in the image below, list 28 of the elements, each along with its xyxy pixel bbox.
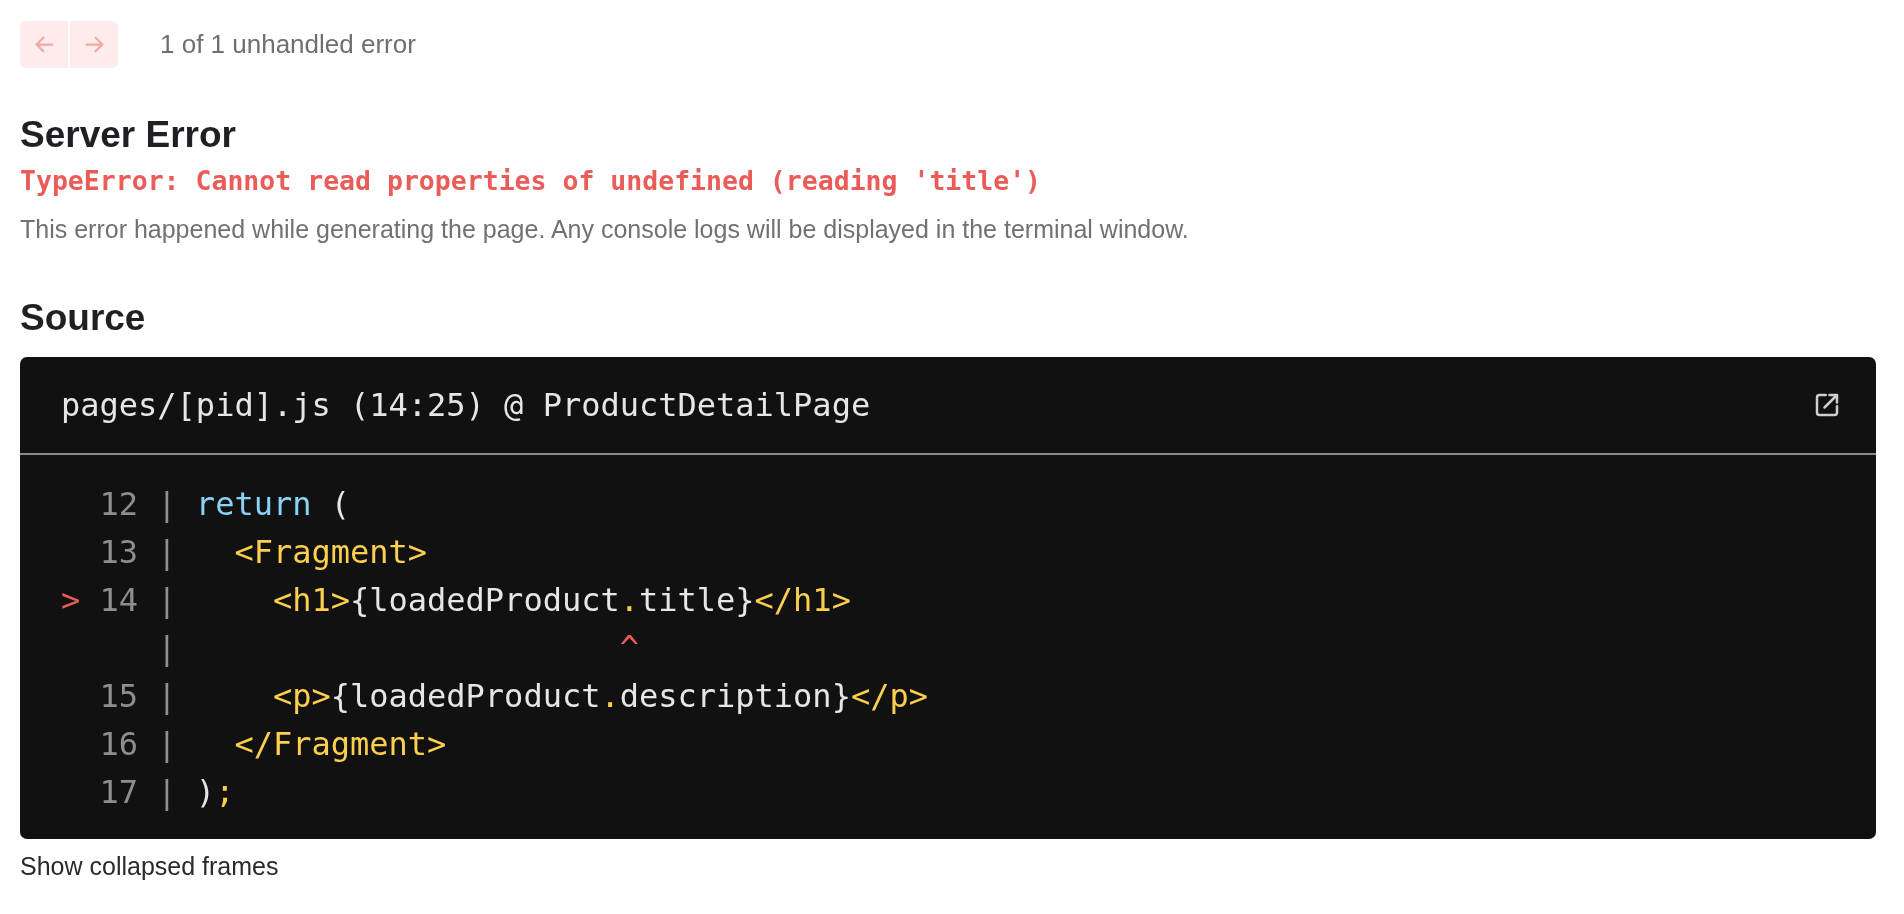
gutter-separator: | [157, 580, 177, 621]
line-number: 13 [99, 532, 139, 573]
error-title: Server Error [20, 113, 237, 157]
gutter-separator: | [157, 772, 177, 813]
code-line: </Fragment> [233, 724, 447, 765]
error-counter: 1 of 1 unhandled error [160, 29, 416, 60]
code-line: <h1>{loadedProduct.title}</h1> [271, 580, 851, 621]
gutter-separator: | [157, 484, 177, 525]
error-message: TypeError: Cannot read properties of undefined (reading 'title') [20, 164, 1043, 198]
gutter-separator: | [157, 676, 177, 717]
line-number: 12 [99, 484, 139, 525]
code-line: ); [195, 772, 235, 813]
code-line: <p>{loadedProduct.description}</p> [271, 676, 928, 717]
show-collapsed-frames-link[interactable]: Show collapsed frames [20, 850, 1876, 882]
gutter-separator: | [157, 724, 177, 765]
gutter-separator: | [157, 532, 177, 573]
error-line-marker: > [61, 580, 81, 621]
source-heading: Source [20, 296, 147, 340]
error-description: This error happened while generating the page. Any console logs will be displayed in the terminal window. [20, 214, 1190, 245]
line-number: 16 [99, 724, 139, 765]
source-file-path: pages/[pid].js (14:25) @ ProductDetailPage [61, 385, 871, 426]
line-number: 17 [99, 772, 139, 813]
gutter-separator: | [157, 628, 177, 669]
line-number: 15 [99, 676, 139, 717]
code-line: return ( [195, 484, 350, 525]
line-number: 14 [99, 580, 139, 621]
code-line: <Fragment> [233, 532, 428, 573]
error-caret: ^ [618, 628, 639, 669]
